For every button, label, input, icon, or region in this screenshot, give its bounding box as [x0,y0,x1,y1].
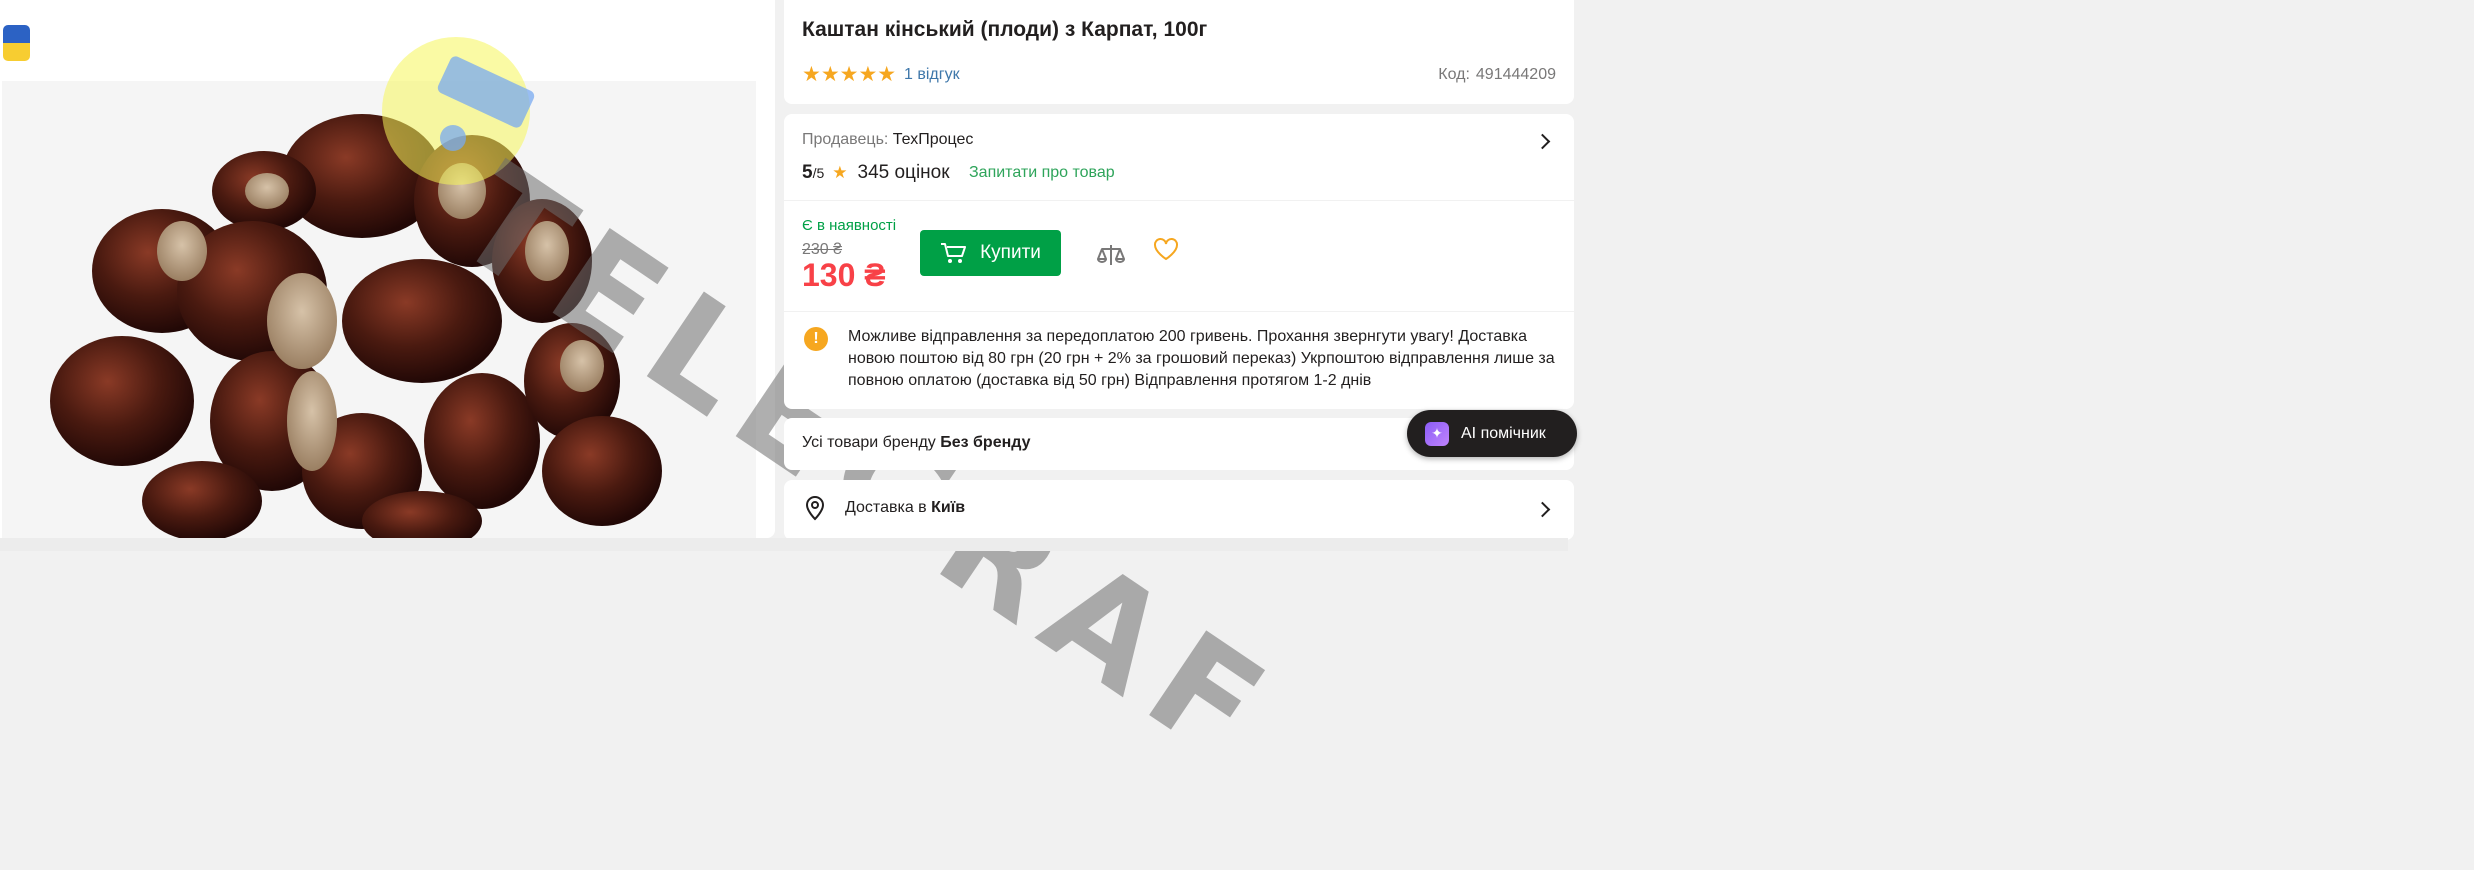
star-icon: ★★★★★ [802,63,897,86]
location-pin-icon [805,496,825,521]
seller-rating: 5/5 ★ 345 оцінок [802,162,950,184]
seller-rating-max: /5 [812,165,825,181]
seller-label: Продавець: [802,131,889,148]
rating-stars[interactable]: ★★★★★ [802,64,896,85]
delivery-city: Доставка в Київ [845,499,965,517]
buy-button[interactable]: Купити [920,230,1061,276]
buy-button-label: Купити [980,242,1041,263]
delivery-note-text: Можливе відправлення за передоплатою 200… [848,328,1555,389]
availability-status: Є в наявності [802,217,897,234]
chevron-right-icon[interactable] [1534,133,1551,150]
watermark-logo-dot [440,125,466,151]
chevron-right-icon[interactable] [1534,501,1551,518]
reviews-link[interactable]: 1 відгук [904,66,960,84]
ukraine-flag-icon [3,25,30,61]
ai-sparkle-icon: ✦ [1425,421,1449,446]
heart-icon[interactable] [1153,237,1179,261]
product-code: Код: 491444209 [1438,66,1556,84]
delivery-city-name: Київ [931,499,966,516]
cart-icon [941,243,967,263]
current-price: 130 ₴ [802,257,886,293]
page-bottom-strip [0,538,1568,551]
compare-icon[interactable] [1096,241,1126,269]
product-code-value: 491444209 [1475,66,1556,83]
seller-info: Продавець: ТехПроцес [802,131,973,149]
brand-link[interactable]: Усі товари бренду Без бренду [802,434,1031,452]
seller-card[interactable]: Продавець: ТехПроцес 5/5 ★ 345 оцінок Запи… [784,114,1574,200]
product-title-card: Каштан кінський (плоди) з Карпат, 100г ★… [784,0,1574,104]
seller-rating-value: 5 [802,162,813,183]
seller-rating-count: 345 оцінок [857,162,950,183]
brand-name: Без бренду [940,434,1031,451]
ask-about-product-link[interactable]: Запитати про товар [969,164,1115,182]
ai-assistant-label: AI помічник [1461,424,1546,442]
product-title: Каштан кінський (плоди) з Карпат, 100г [802,18,1208,41]
delivery-prefix: Доставка в [845,499,927,516]
ai-assistant-button[interactable]: ✦ AI помічник [1407,410,1577,457]
buy-card: Є в наявності 230 ₴ 130 ₴ Купити [784,201,1574,311]
warning-icon: ! [804,327,828,351]
product-code-label: Код: [1438,66,1470,83]
star-icon: ★ [832,163,848,182]
seller-name: ТехПроцес [892,131,974,148]
delivery-note-card: ! Можливе відправлення за передоплатою 2… [784,312,1574,409]
delivery-card[interactable]: Доставка в Київ [784,480,1574,540]
brand-prefix: Усі товари бренду [802,434,936,451]
